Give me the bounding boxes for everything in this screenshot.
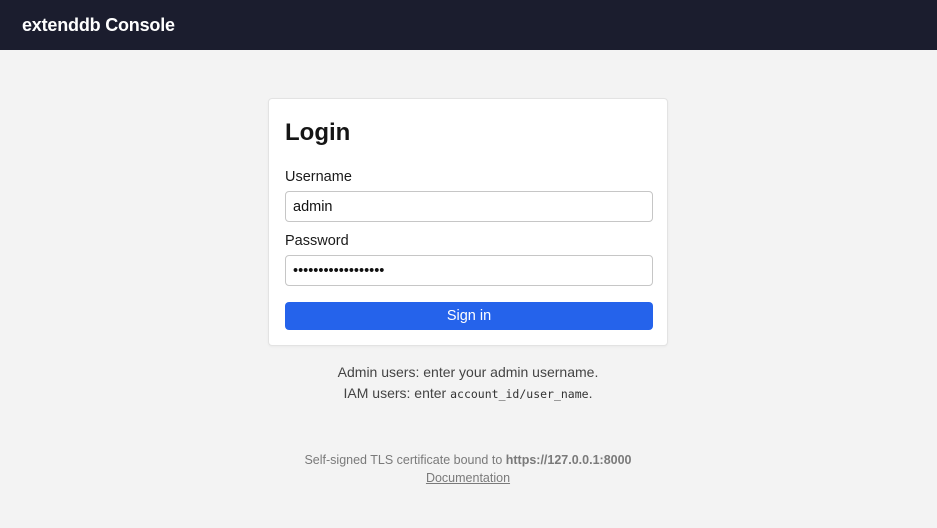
admin-hint: Admin users: enter your admin username. xyxy=(268,364,668,380)
username-label: Username xyxy=(285,169,352,185)
iam-hint-prefix: IAM users: enter xyxy=(343,385,451,401)
tls-notice: Self-signed TLS certificate bound to htt… xyxy=(218,453,718,467)
username-field[interactable] xyxy=(285,191,653,222)
password-field[interactable] xyxy=(285,255,653,286)
app-title: extenddb Console xyxy=(22,14,175,35)
admin-hint-text: Admin users: enter your admin username. xyxy=(337,364,599,380)
login-heading: Login xyxy=(285,119,351,146)
tls-url: https://127.0.0.1:8000 xyxy=(505,453,632,467)
iam-hint-code: account_id/user_name xyxy=(450,387,589,401)
sign-in-button[interactable]: Sign in xyxy=(285,302,653,330)
password-label: Password xyxy=(285,233,349,249)
login-card: Login Username Password Sign in xyxy=(268,98,668,346)
top-bar: extenddb Console xyxy=(0,0,937,50)
footer-links: Documentation xyxy=(218,471,718,485)
iam-hint: IAM users: enter account_id/user_name. xyxy=(268,385,668,401)
iam-hint-suffix: . xyxy=(588,385,593,401)
tls-notice-prefix: Self-signed TLS certificate bound to xyxy=(304,453,506,467)
documentation-link[interactable]: Documentation xyxy=(426,471,510,485)
